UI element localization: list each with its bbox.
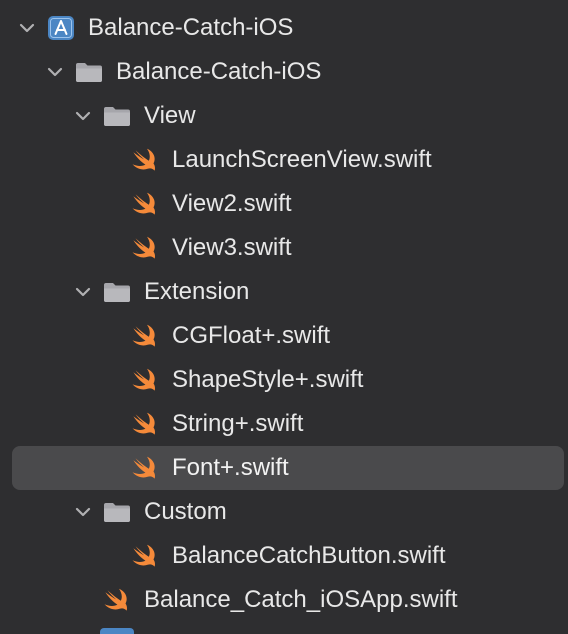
chevron-down-icon[interactable] [74, 283, 92, 301]
tree-item-label: Font+.swift [172, 454, 289, 481]
project-navigator: Balance-Catch-iOS Balance-Catch-iOS View… [0, 0, 568, 634]
tree-file-row[interactable]: View3.swift [0, 226, 568, 270]
tree-item-label: View [144, 102, 196, 129]
tree-file-row[interactable]: View2.swift [0, 182, 568, 226]
swift-file-icon [130, 455, 160, 481]
tree-file-row[interactable]: CGFloat+.swift [0, 314, 568, 358]
folder-icon [74, 59, 104, 85]
swift-file-icon [130, 191, 160, 217]
swift-file-icon [130, 147, 160, 173]
tree-file-row[interactable]: Balance_Catch_iOSApp.swift [0, 578, 568, 622]
chevron-down-icon[interactable] [46, 63, 64, 81]
tree-group-row[interactable]: Extension [0, 270, 568, 314]
chevron-down-icon[interactable] [18, 19, 36, 37]
tree-item-label: ShapeStyle+.swift [172, 366, 364, 393]
tree-item-label: Balance-Catch-iOS [116, 58, 322, 85]
swift-file-icon [130, 235, 160, 261]
tree-item-label: View2.swift [172, 190, 292, 217]
tree-group-row[interactable]: View [0, 94, 568, 138]
tree-item-label: Custom [144, 498, 227, 525]
folder-icon [102, 499, 132, 525]
tree-item-label: LaunchScreenView.swift [172, 146, 432, 173]
tree-group-row[interactable]: Balance-Catch-iOS [0, 50, 568, 94]
tree-item-label: Extension [144, 278, 250, 305]
swift-file-icon [130, 543, 160, 569]
tree-file-row[interactable]: String+.swift [0, 402, 568, 446]
tree-item-label: Balance_Catch_iOSApp.swift [144, 586, 458, 613]
tree-item-label: Balance-Catch-iOS [88, 14, 294, 41]
tree-group-row[interactable]: Custom [0, 490, 568, 534]
tree-item-label: String+.swift [172, 410, 304, 437]
tree-item-label: BalanceCatchButton.swift [172, 542, 446, 569]
swift-file-icon [130, 323, 160, 349]
swift-file-icon [130, 367, 160, 393]
project-icon [46, 14, 76, 40]
tree-file-row[interactable]: LaunchScreenView.swift [0, 138, 568, 182]
folder-icon [102, 103, 132, 129]
tree-item-label: CGFloat+.swift [172, 322, 331, 349]
chevron-down-icon[interactable] [74, 503, 92, 521]
swift-file-icon [102, 587, 132, 613]
tree-file-row[interactable]: ShapeStyle+.swift [0, 358, 568, 402]
folder-icon [102, 279, 132, 305]
tree-file-row[interactable]: BalanceCatchButton.swift [0, 534, 568, 578]
chevron-down-icon[interactable] [74, 107, 92, 125]
asset-catalog-icon [100, 628, 134, 634]
tree-file-row[interactable]: Font+.swift [0, 446, 568, 490]
tree-group-row[interactable]: Balance-Catch-iOS [0, 6, 568, 50]
tree-item-label: View3.swift [172, 234, 292, 261]
swift-file-icon [130, 411, 160, 437]
